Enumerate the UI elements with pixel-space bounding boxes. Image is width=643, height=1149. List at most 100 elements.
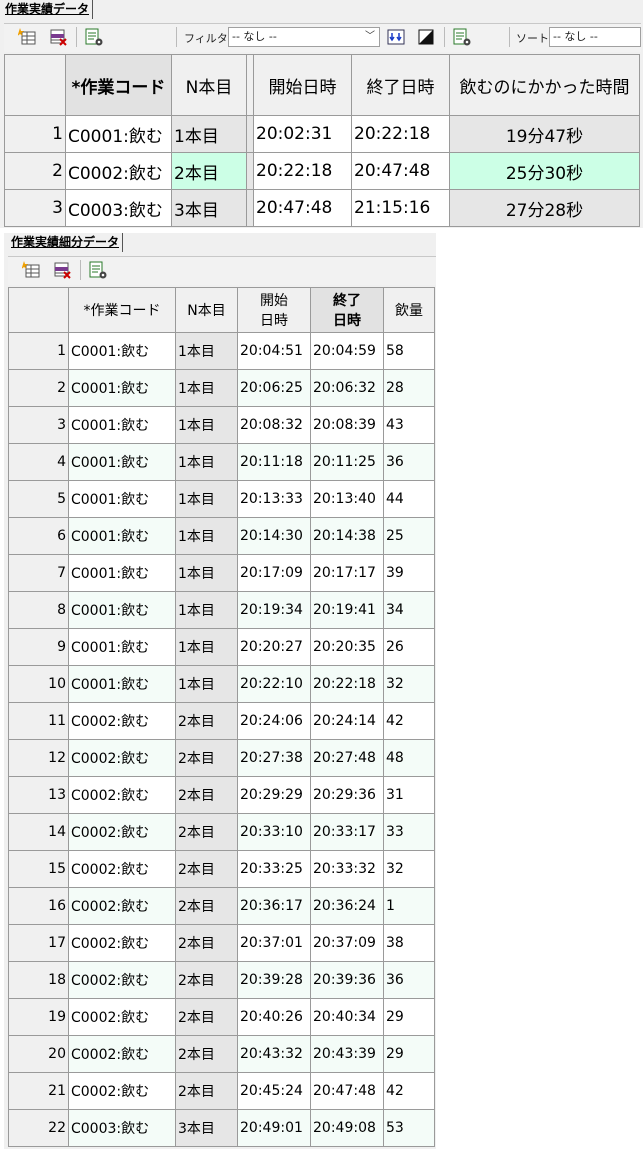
table-row[interactable]: 16 C0002:飲む 2本目 20:36:17 20:36:24 1 <box>8 887 435 925</box>
cell-code[interactable]: C0001:飲む <box>68 480 176 518</box>
cell-n[interactable]: 1本目 <box>175 517 238 555</box>
cell-end[interactable]: 20:33:32 <box>310 850 384 888</box>
cell-n[interactable]: 1本目 <box>175 591 238 629</box>
cell-end[interactable]: 20:40:34 <box>310 998 384 1036</box>
cell-end[interactable]: 20:22:18 <box>351 115 450 153</box>
cell-end[interactable]: 20:39:36 <box>310 961 384 999</box>
cell-amount[interactable]: 32 <box>383 850 435 888</box>
add-row-icon[interactable] <box>18 27 38 47</box>
cell-amount[interactable]: 53 <box>383 1109 435 1147</box>
cell-amount[interactable]: 42 <box>383 702 435 740</box>
cell-duration[interactable]: 25分30秒 <box>449 152 640 190</box>
cell-start[interactable]: 20:37:01 <box>237 924 311 962</box>
cell-end[interactable]: 20:37:09 <box>310 924 384 962</box>
cell-n[interactable]: 2本目 <box>175 924 238 962</box>
cell-amount[interactable]: 33 <box>383 813 435 851</box>
cell-code[interactable]: C0002:飲む <box>68 961 176 999</box>
cell-n[interactable]: 2本目 <box>175 887 238 925</box>
cell-start[interactable]: 20:20:27 <box>237 628 311 666</box>
cell-code[interactable]: C0001:飲む <box>68 665 176 703</box>
cell-n[interactable]: 3本目 <box>171 189 247 227</box>
cell-code[interactable]: C0002:飲む <box>68 1072 176 1110</box>
contrast-icon[interactable] <box>416 27 436 47</box>
cell-code[interactable]: C0002:飲む <box>68 776 176 814</box>
cell-amount[interactable]: 25 <box>383 517 435 555</box>
cell-start[interactable]: 20:36:17 <box>237 887 311 925</box>
delete-row-icon[interactable] <box>52 260 72 280</box>
table-row[interactable]: 13 C0002:飲む 2本目 20:29:29 20:29:36 31 <box>8 776 435 814</box>
cell-amount[interactable]: 36 <box>383 961 435 999</box>
column-header-start[interactable]: 開始日時 <box>237 287 311 333</box>
sort-settings-icon[interactable] <box>452 27 472 47</box>
filter-apply-icon[interactable] <box>386 27 406 47</box>
cell-end[interactable]: 21:15:16 <box>351 189 450 227</box>
cell-code[interactable]: C0002:飲む <box>68 813 176 851</box>
cell-amount[interactable]: 42 <box>383 1072 435 1110</box>
cell-n[interactable]: 2本目 <box>175 1072 238 1110</box>
column-header-end[interactable]: 終了日時 <box>310 287 384 333</box>
cell-n[interactable]: 1本目 <box>175 665 238 703</box>
table-row-selected[interactable]: 2 C0002:飲む 2本目 20:22:18 20:47:48 25分30秒 <box>4 152 640 190</box>
cell-start[interactable]: 20:22:10 <box>237 665 311 703</box>
cell-amount[interactable]: 39 <box>383 554 435 592</box>
sort-select[interactable]: -- なし -- <box>549 27 641 47</box>
table-row[interactable]: 21 C0002:飲む 2本目 20:45:24 20:47:48 42 <box>8 1072 435 1110</box>
cell-n[interactable]: 1本目 <box>175 554 238 592</box>
table-row[interactable]: 8 C0001:飲む 1本目 20:19:34 20:19:41 34 <box>8 591 435 629</box>
cell-start[interactable]: 20:13:33 <box>237 480 311 518</box>
cell-end[interactable]: 20:22:18 <box>310 665 384 703</box>
column-header-n[interactable]: N本目 <box>175 287 238 333</box>
cell-n[interactable]: 1本目 <box>175 406 238 444</box>
cell-start[interactable]: 20:47:48 <box>253 189 352 227</box>
cell-code[interactable]: C0002:飲む <box>68 998 176 1036</box>
cell-n[interactable]: 1本目 <box>175 480 238 518</box>
add-row-icon[interactable] <box>22 260 42 280</box>
settings-icon[interactable] <box>88 260 108 280</box>
cell-amount[interactable]: 44 <box>383 480 435 518</box>
table-row[interactable]: 1 C0001:飲む 1本目 20:04:51 20:04:59 58 <box>8 332 435 370</box>
settings-icon[interactable] <box>84 27 104 47</box>
table-row[interactable]: 19 C0002:飲む 2本目 20:40:26 20:40:34 29 <box>8 998 435 1036</box>
cell-end[interactable]: 20:11:25 <box>310 443 384 481</box>
table-row[interactable]: 12 C0002:飲む 2本目 20:27:38 20:27:48 48 <box>8 739 435 777</box>
cell-start[interactable]: 20:02:31 <box>253 115 352 153</box>
cell-amount[interactable]: 48 <box>383 739 435 777</box>
cell-end[interactable]: 20:29:36 <box>310 776 384 814</box>
cell-n[interactable]: 2本目 <box>175 813 238 851</box>
cell-code[interactable]: C0002:飲む <box>68 739 176 777</box>
cell-end[interactable]: 20:19:41 <box>310 591 384 629</box>
cell-amount[interactable]: 26 <box>383 628 435 666</box>
cell-n[interactable]: 2本目 <box>175 1035 238 1073</box>
cell-n[interactable]: 1本目 <box>175 332 238 370</box>
table-row[interactable]: 10 C0001:飲む 1本目 20:22:10 20:22:18 32 <box>8 665 435 703</box>
cell-end[interactable]: 20:47:48 <box>351 152 450 190</box>
cell-end[interactable]: 20:13:40 <box>310 480 384 518</box>
delete-row-icon[interactable] <box>48 27 68 47</box>
cell-end[interactable]: 20:04:59 <box>310 332 384 370</box>
cell-amount[interactable]: 28 <box>383 369 435 407</box>
cell-start[interactable]: 20:45:24 <box>237 1072 311 1110</box>
cell-n[interactable]: 2本目 <box>175 850 238 888</box>
cell-end[interactable]: 20:49:08 <box>310 1109 384 1147</box>
table-row[interactable]: 15 C0002:飲む 2本目 20:33:25 20:33:32 32 <box>8 850 435 888</box>
cell-n[interactable]: 1本目 <box>175 628 238 666</box>
cell-end[interactable]: 20:33:17 <box>310 813 384 851</box>
table-row[interactable]: 18 C0002:飲む 2本目 20:39:28 20:39:36 36 <box>8 961 435 999</box>
cell-amount[interactable]: 58 <box>383 332 435 370</box>
cell-amount[interactable]: 32 <box>383 665 435 703</box>
column-header-amount[interactable]: 飲量 <box>383 287 435 333</box>
cell-end[interactable]: 20:14:38 <box>310 517 384 555</box>
cell-amount[interactable]: 1 <box>383 887 435 925</box>
table-row[interactable]: 7 C0001:飲む 1本目 20:17:09 20:17:17 39 <box>8 554 435 592</box>
cell-amount[interactable]: 31 <box>383 776 435 814</box>
cell-n[interactable]: 2本目 <box>175 961 238 999</box>
table-row[interactable]: 6 C0001:飲む 1本目 20:14:30 20:14:38 25 <box>8 517 435 555</box>
cell-start[interactable]: 20:43:32 <box>237 1035 311 1073</box>
cell-start[interactable]: 20:17:09 <box>237 554 311 592</box>
cell-amount[interactable]: 34 <box>383 591 435 629</box>
cell-code[interactable]: C0001:飲む <box>68 406 176 444</box>
cell-start[interactable]: 20:40:26 <box>237 998 311 1036</box>
table-row[interactable]: 5 C0001:飲む 1本目 20:13:33 20:13:40 44 <box>8 480 435 518</box>
cell-start[interactable]: 20:04:51 <box>237 332 311 370</box>
cell-end[interactable]: 20:47:48 <box>310 1072 384 1110</box>
